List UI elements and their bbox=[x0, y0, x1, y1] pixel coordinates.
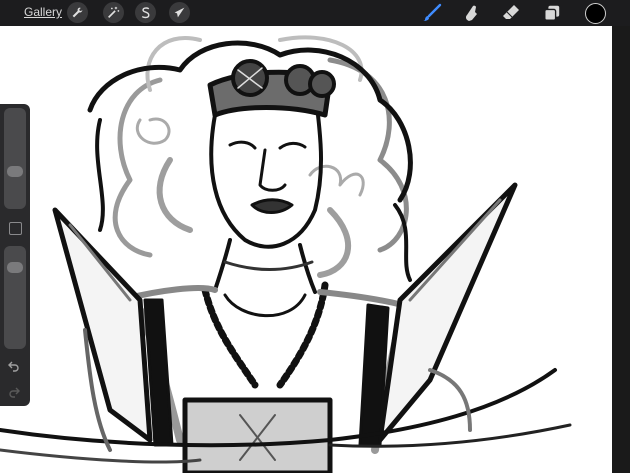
layers-button[interactable] bbox=[541, 2, 563, 24]
arrow-cursor-icon bbox=[174, 7, 185, 18]
drawing-canvas[interactable] bbox=[0, 26, 612, 473]
gallery-button[interactable]: Gallery bbox=[24, 5, 62, 19]
smudge-tool-button[interactable] bbox=[460, 2, 482, 24]
top-toolbar: Gallery bbox=[0, 0, 630, 26]
selection-button[interactable] bbox=[135, 2, 156, 23]
opacity-slider[interactable] bbox=[4, 246, 26, 349]
eraser-icon bbox=[503, 5, 519, 19]
brush-sidebar bbox=[0, 104, 30, 406]
brush-icon bbox=[423, 3, 442, 21]
right-edge-strip bbox=[612, 26, 630, 473]
magic-wand-icon bbox=[108, 6, 120, 18]
redo-button[interactable] bbox=[8, 386, 20, 401]
sketch-artwork bbox=[0, 35, 572, 473]
brush-size-knob[interactable] bbox=[7, 165, 23, 177]
undo-button[interactable] bbox=[8, 360, 20, 375]
smudge-icon bbox=[465, 5, 477, 21]
brush-size-slider[interactable] bbox=[4, 108, 26, 209]
adjustments-button[interactable] bbox=[103, 2, 124, 23]
color-picker-button[interactable] bbox=[585, 3, 606, 24]
layers-icon bbox=[544, 5, 560, 21]
wrench-icon bbox=[72, 7, 83, 18]
eraser-tool-button[interactable] bbox=[500, 2, 522, 24]
redo-icon bbox=[9, 387, 20, 398]
modify-button[interactable] bbox=[9, 222, 22, 235]
opacity-knob[interactable] bbox=[7, 261, 23, 273]
transform-button[interactable] bbox=[169, 2, 190, 23]
brush-tool-button[interactable] bbox=[421, 2, 443, 24]
actions-button[interactable] bbox=[67, 2, 88, 23]
undo-icon bbox=[8, 361, 19, 372]
selection-s-icon bbox=[141, 7, 150, 19]
